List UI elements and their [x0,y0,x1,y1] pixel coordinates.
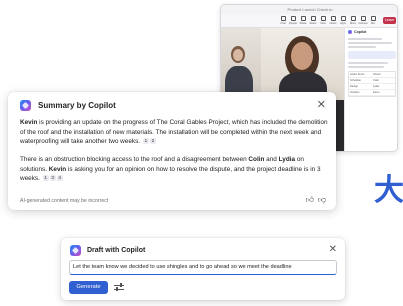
window-title: Product Launch Check-in [287,7,333,12]
panel-text-line [348,46,376,48]
panel-text-line [348,66,384,68]
citation-badge[interactable]: 1 [142,138,149,144]
toolbar-raise[interactable]: Raise [299,16,307,26]
adjust-settings-icon[interactable] [114,283,124,292]
panel-text-line [348,38,382,40]
more-icon [350,16,356,21]
people-icon [290,16,296,21]
thumbs-up-icon[interactable]: 👍︎ [306,195,314,204]
chat-icon [280,16,286,21]
citation-badge[interactable]: 1 [42,175,49,181]
toolbar-apps[interactable]: Apps [339,16,347,26]
citation-badge[interactable]: 4 [56,175,63,181]
react-icon [310,16,316,21]
summary-paragraph-2: There is an obstruction blocking access … [20,156,321,182]
toolbar-react[interactable]: React [309,16,317,26]
summary-paragraph-1: Kevin is providing an update on the prog… [20,119,328,145]
citation-badge[interactable]: 3 [49,175,56,181]
copilot-summary-card: Summary by Copilot ✕ Kevin is providing … [8,92,336,210]
notes-icon [330,16,336,21]
view-icon [320,16,326,21]
copilot-icon [70,245,81,256]
camera-icon [360,16,366,21]
draft-with-copilot-card: Draft with Copilot ✕ Let the team know w… [61,238,345,300]
toolbar-view[interactable]: View [319,16,327,26]
apps-icon [340,16,346,21]
copilot-icon [348,30,352,34]
copilot-side-panel: Copilot Action Items Owner Schedule Colin … [344,28,397,151]
hand-icon [300,16,306,21]
participant-video-1 [221,28,261,100]
toolbar-camera[interactable]: Camera [358,16,368,26]
summary-header: Summary by Copilot [20,100,116,111]
toolbar-chat[interactable]: Chat [279,16,287,26]
generate-button[interactable]: Generate [69,281,108,294]
draft-prompt-input[interactable]: Let the team know we decided to use shin… [69,260,337,275]
thumbs-down-icon[interactable]: 👎︎ [318,195,326,204]
panel-text-line [348,42,392,44]
table-row: Vendors Kevin [349,90,395,96]
ai-disclaimer: AI-generated content may be incorrect [20,198,109,204]
participant-face [291,42,313,70]
mic-icon [370,16,376,21]
close-icon[interactable]: ✕ [317,100,326,111]
draft-title: Draft with Copilot [87,247,146,254]
headline-character: 大 [374,173,403,208]
copilot-panel-header: Copilot [345,28,397,36]
close-icon[interactable]: ✕ [329,244,337,255]
draft-header: Draft with Copilot [70,245,145,256]
participant-video-2 [261,28,344,100]
participant-face [233,49,243,61]
toolbar-more[interactable]: More [349,16,357,26]
action-items-table: Action Items Owner Schedule Colin Design Ly… [348,71,396,97]
panel-text-line [348,62,388,64]
summary-title: Summary by Copilot [38,101,116,110]
leave-button[interactable]: Leave [383,17,396,24]
screenshot-stage: Product Launch Check-in Chat People Rais… [0,0,403,306]
toolbar-people[interactable]: People [289,16,297,26]
copilot-icon [20,100,31,111]
toolbar-notes[interactable]: Notes [329,16,337,26]
citation-badge[interactable]: 2 [149,138,156,144]
toolbar-mic[interactable]: Mic [369,16,377,26]
panel-suggestion-card[interactable] [348,51,396,59]
meeting-toolbar: Chat People Raise React View Notes Apps … [221,14,397,28]
